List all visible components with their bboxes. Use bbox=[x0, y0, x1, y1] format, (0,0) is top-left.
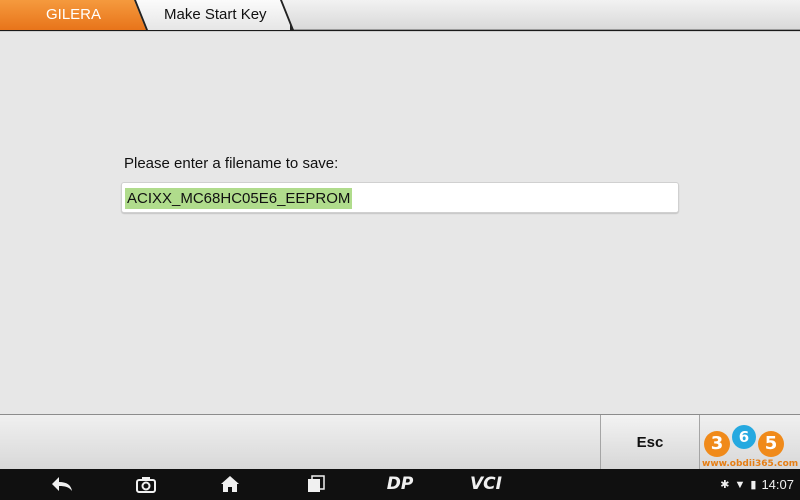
back-icon[interactable] bbox=[50, 473, 74, 495]
watermark-logo: 3 6 5 www.obdii365.com bbox=[700, 415, 800, 470]
recent-apps-icon[interactable] bbox=[304, 473, 328, 495]
filename-prompt: Please enter a filename to save: bbox=[124, 155, 339, 172]
filename-input-value: ACIXX_MC68HC05E6_EEPROM bbox=[125, 188, 353, 209]
status-time: 14:07 bbox=[761, 477, 794, 492]
footer-toolbar: Esc 3 6 5 www.obdii365.com bbox=[0, 414, 800, 470]
watermark-digit: 5 bbox=[758, 431, 784, 457]
status-bar: ✱ ▼ ▮ 14:07 bbox=[720, 469, 794, 500]
android-navigation-bar: DP VCI ✱ ▼ ▮ 14:07 bbox=[0, 469, 800, 500]
vci-button[interactable]: VCI bbox=[464, 473, 508, 495]
breadcrumb-page-tab[interactable]: Make Start Key bbox=[136, 0, 290, 30]
battery-icon: ▮ bbox=[750, 479, 757, 491]
camera-icon[interactable] bbox=[134, 473, 158, 495]
dp-button[interactable]: DP bbox=[380, 473, 420, 495]
breadcrumb: GILERA Make Start Key bbox=[0, 0, 800, 30]
esc-button[interactable]: Esc bbox=[600, 415, 700, 470]
breadcrumb-page-label: Make Start Key bbox=[164, 6, 267, 23]
watermark-url: www.obdii365.com bbox=[702, 459, 799, 469]
wifi-icon: ▼ bbox=[734, 478, 746, 491]
watermark-digit: 6 bbox=[732, 425, 756, 449]
bluetooth-icon: ✱ bbox=[720, 479, 730, 491]
main-content: Please enter a filename to save: ACIXX_M… bbox=[0, 31, 800, 414]
filename-input[interactable]: ACIXX_MC68HC05E6_EEPROM bbox=[121, 182, 679, 213]
breadcrumb-brand-label: GILERA bbox=[46, 6, 102, 23]
watermark-digit: 3 bbox=[704, 431, 730, 457]
home-icon[interactable] bbox=[218, 473, 242, 495]
breadcrumb-brand-tab[interactable]: GILERA bbox=[0, 0, 146, 30]
